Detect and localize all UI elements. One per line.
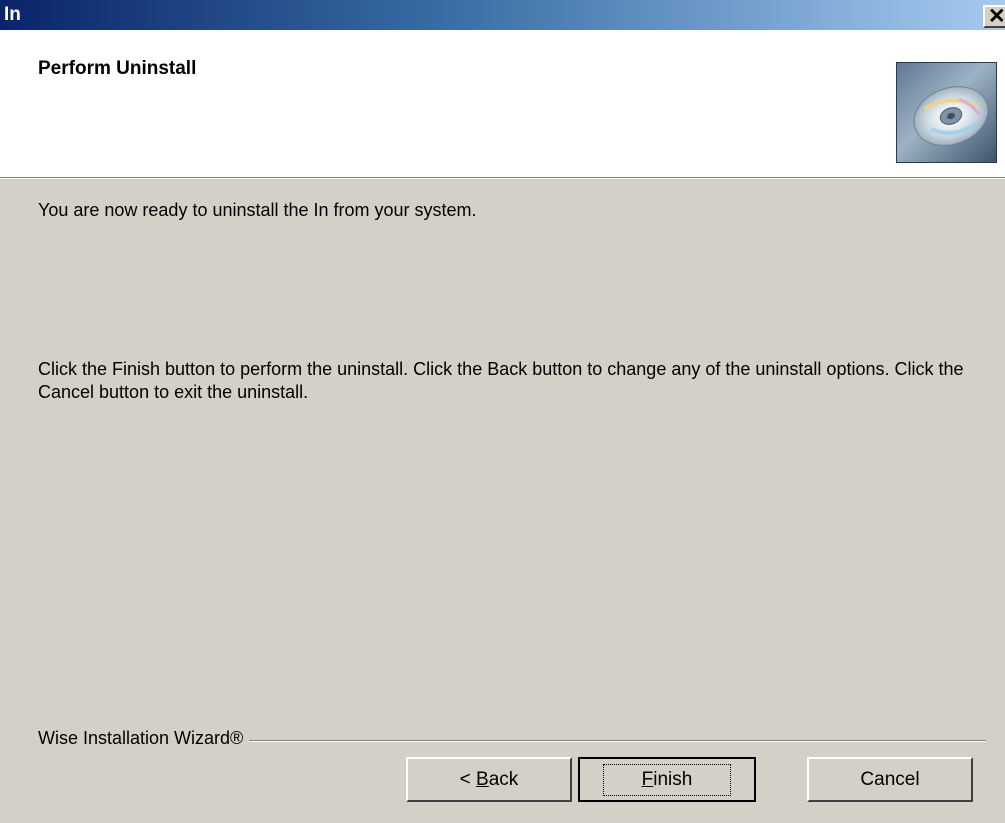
window-title: In: [4, 4, 21, 25]
finish-button-label: Finish: [602, 763, 732, 796]
cd-icon: [896, 62, 997, 163]
header-divider: [0, 177, 1005, 179]
back-button-label: < Back: [459, 768, 519, 790]
instructions-text: Click the Finish button to perform the u…: [38, 359, 964, 402]
header-banner: [0, 30, 1005, 177]
ready-message: You are now ready to uninstall the In fr…: [38, 200, 477, 220]
cancel-button[interactable]: Cancel: [807, 757, 973, 802]
page-title: Perform Uninstall: [38, 58, 197, 79]
cancel-button-label: Cancel: [860, 768, 920, 790]
title-bar[interactable]: In ✕: [0, 0, 1005, 30]
back-button[interactable]: < Back: [406, 757, 572, 802]
finish-button[interactable]: Finish: [578, 757, 756, 802]
uninstall-dialog: In ✕ Perform Uninstall You are now ready…: [0, 0, 1005, 823]
wizard-brand-label: Wise Installation Wizard®: [38, 728, 250, 749]
close-icon: ✕: [988, 5, 1005, 28]
close-button[interactable]: ✕: [983, 5, 1005, 28]
